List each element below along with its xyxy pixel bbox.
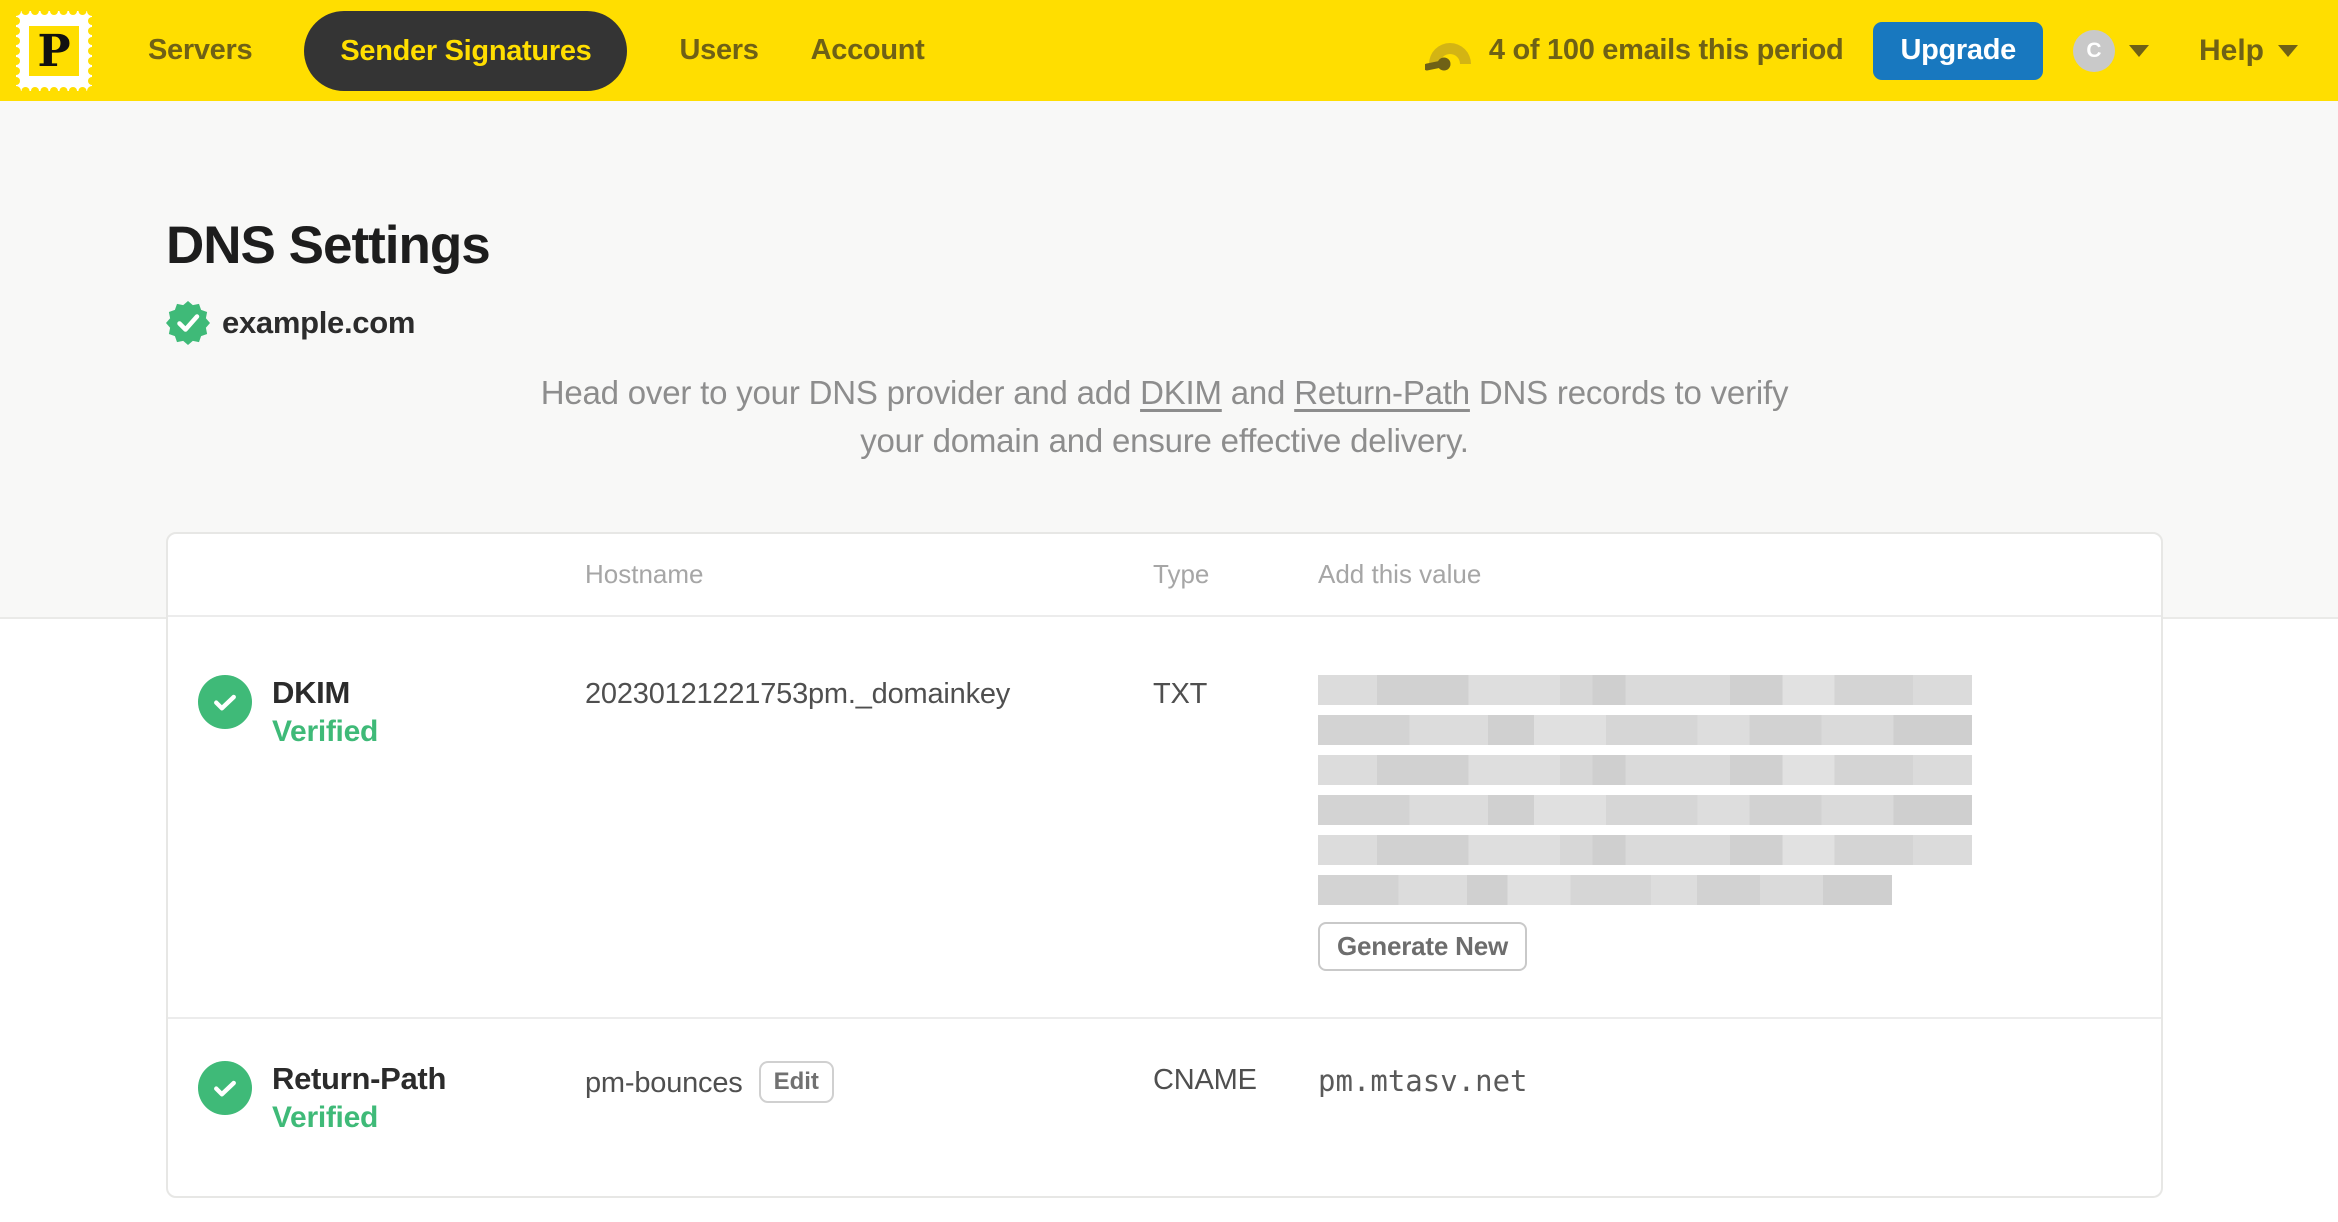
check-circle-icon: [198, 1061, 252, 1116]
primary-nav: Servers Sender Signatures Users Account: [148, 10, 925, 91]
hostname-text: pm-bounces: [585, 1067, 743, 1100]
help-label: Help: [2198, 33, 2264, 67]
return-path-hostname: pm-bounces Edit: [585, 1061, 1153, 1135]
nav-item-sender-signatures[interactable]: Sender Signatures: [304, 10, 628, 91]
table-row-dkim: DKIM Verified 20230121221753pm._domainke…: [168, 617, 2162, 1020]
table-header: Hostname Type Add this value: [168, 534, 2161, 618]
dns-records-card: Hostname Type Add this value DKIM Verifi…: [166, 532, 2163, 1199]
main-content: DNS Settings example.com Head over to yo…: [166, 216, 2163, 1199]
desc-text: and: [1221, 374, 1295, 412]
page-title: DNS Settings: [166, 216, 491, 275]
generate-new-button[interactable]: Generate New: [1318, 922, 1528, 972]
record-name: Return-Path: [272, 1061, 447, 1097]
header-value: Add this value: [1318, 559, 1482, 590]
return-path-value-cell: pm.mtasv.net: [1318, 1061, 2161, 1135]
record-name: DKIM: [272, 675, 351, 711]
gauge-icon: [1424, 42, 1471, 70]
header-empty: [168, 534, 585, 615]
desc-text: Head over to your DNS provider and add: [540, 374, 1141, 412]
caret-down-icon: [2128, 44, 2149, 57]
redacted-value-line: [1318, 755, 1972, 786]
dkim-status-cell: DKIM Verified: [168, 675, 585, 971]
verified-domain: example.com: [166, 301, 2163, 346]
dkim-value-cell: Generate New: [1318, 675, 2162, 972]
email-usage: 4 of 100 emails this period: [1424, 30, 1844, 72]
header-hostname: Hostname: [585, 559, 704, 590]
redacted-value-line: [1318, 835, 1972, 866]
avatar[interactable]: C: [2072, 29, 2115, 72]
dkim-hostname: 20230121221753pm._domainkey: [585, 678, 1011, 711]
check-circle-icon: [198, 675, 252, 730]
edit-button[interactable]: Edit: [758, 1061, 834, 1104]
nav-item-servers[interactable]: Servers: [148, 34, 253, 67]
cname-value: pm.mtasv.net: [1318, 1064, 1528, 1099]
domain-name: example.com: [222, 305, 416, 341]
caret-down-icon: [2278, 44, 2298, 57]
postmark-logo-stamp-icon[interactable]: P: [16, 10, 92, 91]
redacted-value-line: [1318, 675, 1972, 706]
return-path-link[interactable]: Return-Path: [1294, 374, 1470, 411]
dkim-type: TXT: [1153, 678, 1208, 711]
usage-text: 4 of 100 emails this period: [1488, 34, 1844, 66]
return-path-type: CNAME: [1153, 1064, 1257, 1097]
table-row-return-path: Return-Path Verified pm-bounces Edit CNAM…: [168, 1019, 2161, 1196]
redacted-value-line: [1318, 715, 1972, 746]
nav-item-users[interactable]: Users: [679, 34, 758, 67]
logo-letter: P: [37, 26, 70, 77]
header-type: Type: [1153, 559, 1210, 590]
redacted-value-line: [1318, 795, 1972, 826]
account-menu[interactable]: C: [2072, 29, 2149, 72]
dkim-link[interactable]: DKIM: [1140, 374, 1222, 411]
upgrade-button[interactable]: Upgrade: [1873, 21, 2043, 80]
top-navbar: P Servers Sender Signatures Users Accoun…: [0, 0, 2338, 101]
help-menu[interactable]: Help: [2199, 34, 2298, 68]
status-badge: Verified: [272, 715, 378, 749]
nav-item-account[interactable]: Account: [811, 34, 925, 67]
verified-seal-icon: [166, 301, 210, 346]
redacted-value-line: [1318, 875, 1892, 906]
dns-instructions: Head over to your DNS provider and add D…: [540, 369, 1790, 465]
return-path-status-cell: Return-Path Verified: [168, 1061, 585, 1135]
status-badge: Verified: [272, 1101, 378, 1135]
